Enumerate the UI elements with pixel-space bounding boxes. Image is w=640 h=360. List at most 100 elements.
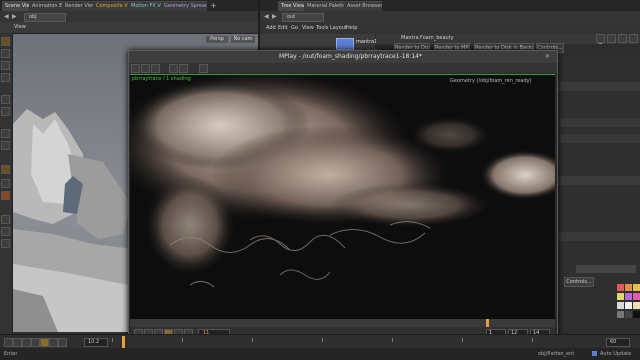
camera-tool-icon[interactable] (1, 191, 10, 200)
mplay-channel-icon[interactable] (169, 64, 178, 73)
right-back-arrow-icon[interactable]: ◀ (264, 12, 269, 21)
param-row[interactable] (556, 118, 640, 127)
color-swatch[interactable] (633, 302, 640, 309)
update-mode-icon[interactable] (592, 351, 597, 356)
tab-animation-editor[interactable]: Animation Editor (29, 1, 63, 11)
back-arrow-icon[interactable]: ◀ (4, 12, 9, 21)
select-tool-icon[interactable] (1, 37, 10, 46)
param-row[interactable] (556, 134, 640, 143)
tick-mark (322, 338, 323, 342)
view-tool-icon[interactable] (1, 129, 10, 138)
param-tab-strip[interactable] (576, 265, 636, 273)
settings-icon[interactable] (629, 34, 638, 43)
mplay-stop-icon[interactable] (199, 64, 208, 73)
menu-tools[interactable]: Tools (316, 25, 328, 32)
tab-composite-view[interactable]: Composite View (93, 1, 129, 11)
color-swatch[interactable] (617, 293, 624, 300)
render-region-icon[interactable] (1, 165, 10, 174)
menu-view[interactable]: View (302, 25, 314, 32)
color-swatch[interactable] (633, 284, 640, 291)
left-path-field[interactable]: obj (24, 13, 66, 22)
play-icon[interactable] (40, 338, 49, 347)
menu-add[interactable]: Add (266, 25, 276, 32)
mplay-zoom-icon[interactable] (179, 64, 188, 73)
prev-key-icon[interactable] (13, 338, 22, 347)
play-reverse-icon[interactable] (22, 338, 31, 347)
scale-tool-icon[interactable] (1, 73, 10, 82)
timeline-bar[interactable] (112, 335, 602, 349)
handle-tool-icon[interactable] (1, 95, 10, 104)
end-frame-field[interactable]: 60 (606, 338, 630, 347)
right-path-field[interactable]: out (282, 13, 324, 22)
left-path-bar: ◀ ▶ obj (0, 11, 258, 22)
status-left-text: Enter (4, 351, 18, 357)
forward-arrow-icon[interactable]: ▶ (12, 12, 17, 21)
last-frame-icon[interactable] (58, 338, 67, 347)
tab-geometry-spreadsheet[interactable]: Geometry Spreadsheet (161, 1, 207, 11)
param-toolbar-icons (596, 22, 640, 46)
mplay-title-bar[interactable]: MPlay - /out/foam_shading/pbrraytrace1-1… (129, 51, 557, 63)
move-tool-icon[interactable] (1, 49, 10, 58)
pose-tool-icon[interactable] (1, 107, 10, 116)
color-swatch[interactable] (617, 311, 624, 318)
status-path-text: obj/flatten_ent (538, 351, 575, 357)
param-row[interactable] (556, 176, 640, 185)
ghost-tool-icon[interactable] (1, 215, 10, 224)
color-swatch[interactable] (625, 293, 632, 300)
persp-menu[interactable]: Persp (206, 36, 228, 43)
color-swatch[interactable] (625, 284, 632, 291)
tab-asset-browser[interactable]: Asset Browser (344, 1, 382, 11)
add-tab-icon[interactable]: + (210, 1, 219, 10)
light-tool-icon[interactable] (1, 179, 10, 188)
status-bar: Enter obj/flatten_ent Auto Update (0, 348, 640, 360)
mplay-close-icon[interactable]: ✕ (545, 52, 550, 61)
stop-icon[interactable] (31, 338, 40, 347)
controls-button[interactable]: Controls... (564, 277, 594, 287)
color-swatch[interactable] (625, 311, 632, 318)
update-mode-text[interactable]: Auto Update (600, 350, 631, 359)
color-swatch[interactable] (633, 311, 640, 318)
mplay-toolbar (129, 63, 557, 73)
mplay-playhead[interactable] (486, 319, 489, 327)
tab-render-view[interactable]: Render View (62, 1, 94, 11)
tab-scene-view[interactable]: Scene View (2, 1, 30, 11)
tab-material-palette[interactable]: Material Palette (304, 1, 346, 11)
color-swatch[interactable] (625, 302, 632, 309)
mplay-display-icon[interactable] (151, 64, 160, 73)
color-swatch[interactable] (633, 293, 640, 300)
pin-icon[interactable] (596, 34, 605, 43)
hud-left-label: pbrraytrace / 1 shading (132, 76, 191, 82)
snap-tool-icon[interactable] (1, 141, 10, 150)
tick-mark (462, 338, 463, 342)
left-path-text: obj (29, 14, 37, 20)
mplay-menu-icon[interactable] (131, 64, 140, 73)
link-icon[interactable] (618, 34, 627, 43)
grid-tool-icon[interactable] (1, 239, 10, 248)
param-row[interactable] (556, 82, 640, 91)
rotate-tool-icon[interactable] (1, 61, 10, 70)
timeline-playhead[interactable] (122, 336, 125, 348)
menu-help[interactable]: Help (346, 25, 357, 32)
param-row[interactable] (556, 232, 640, 241)
menu-edit[interactable]: Edit (278, 25, 288, 32)
next-key-icon[interactable] (49, 338, 58, 347)
tab-tree-view[interactable]: Tree View (278, 1, 306, 11)
tab-motion-fx-view[interactable]: Motion FX View (128, 1, 162, 11)
lock-icon[interactable] (607, 34, 616, 43)
hud-right-label: Geometry (/obj/foam_ren_ready) (450, 78, 532, 84)
color-swatch[interactable] (617, 302, 624, 309)
color-swatch[interactable] (617, 284, 624, 291)
display-tool-icon[interactable] (1, 227, 10, 236)
render-image[interactable]: pbrraytrace / 1 shading Geometry (/obj/f… (130, 74, 555, 320)
viewport-title: View (14, 24, 26, 30)
first-frame-icon[interactable] (4, 338, 13, 347)
menu-go[interactable]: Go (291, 25, 298, 32)
mplay-timeline[interactable] (130, 319, 555, 327)
menu-layout[interactable]: Layout (330, 25, 347, 32)
main-timeline: 10.2 60 (0, 334, 640, 349)
mplay-snapshot-icon[interactable] (141, 64, 150, 73)
mplay-window[interactable]: MPlay - /out/foam_shading/pbrraytrace1-1… (128, 50, 558, 342)
right-forward-arrow-icon[interactable]: ▶ (272, 12, 277, 21)
frame-field[interactable]: 10.2 (84, 338, 108, 347)
camera-menu[interactable]: No cam (231, 36, 255, 43)
